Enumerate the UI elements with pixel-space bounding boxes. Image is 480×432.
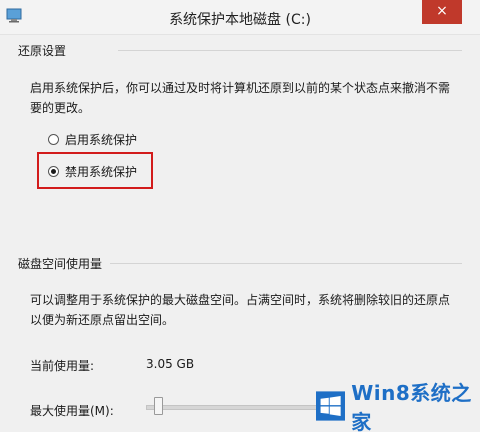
section-divider bbox=[118, 50, 462, 51]
window-title: 系统保护本地磁盘 (C:) bbox=[169, 12, 311, 28]
close-button[interactable]: × bbox=[422, 0, 462, 24]
enable-protection-option[interactable]: 启用系统保护 bbox=[48, 130, 137, 148]
restore-settings-heading: 还原设置 bbox=[18, 44, 67, 58]
disk-space-description: 可以调整用于系统保护的最大磁盘空间。占满空间时，系统将删除较旧的还原点以便为新还… bbox=[30, 293, 451, 327]
current-usage-label: 当前使用量: bbox=[30, 359, 95, 373]
disk-space-heading: 磁盘空间使用量 bbox=[18, 257, 103, 271]
system-protection-dialog: 系统保护本地磁盘 (C:) × 还原设置 启用系统保护后，你可以通过及时将计算机… bbox=[0, 0, 480, 432]
highlight-annotation bbox=[37, 152, 153, 189]
current-usage-value: 3.05 GB bbox=[146, 357, 195, 371]
title-bar: 系统保护本地磁盘 (C:) × bbox=[0, 0, 480, 35]
windows-logo-icon bbox=[316, 391, 346, 421]
section-divider bbox=[110, 263, 462, 264]
enable-protection-radio[interactable] bbox=[48, 133, 59, 145]
watermark-text: Win8系统之家 bbox=[351, 381, 472, 432]
watermark: Win8系统之家 bbox=[316, 381, 480, 432]
restore-settings-description: 启用系统保护后，你可以通过及时将计算机还原到以前的某个状态点来撤消不需要的更改。 bbox=[30, 81, 451, 115]
max-usage-label: 最大使用量(M): bbox=[30, 404, 114, 418]
max-usage-slider[interactable] bbox=[146, 405, 318, 410]
enable-protection-label: 启用系统保护 bbox=[65, 132, 138, 147]
max-usage-slider-thumb[interactable] bbox=[154, 397, 163, 415]
